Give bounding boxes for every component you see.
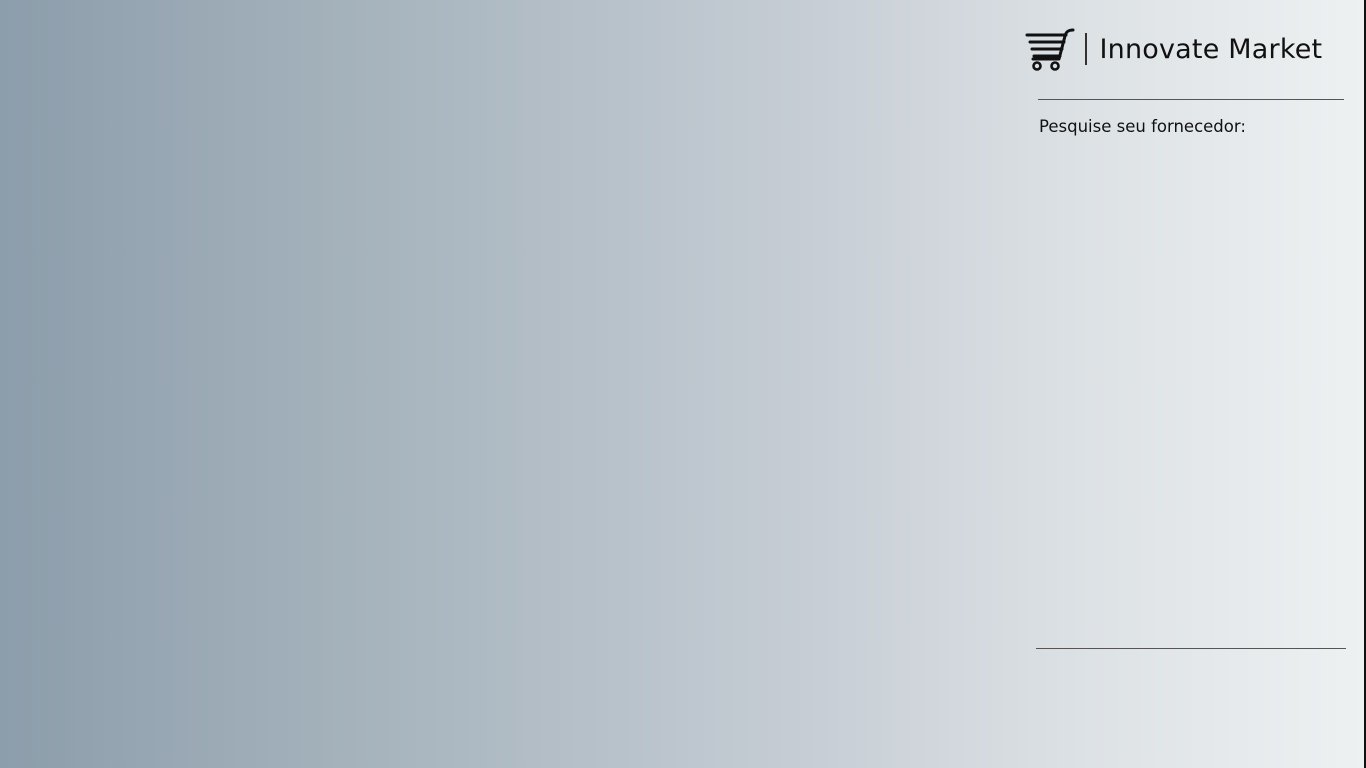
top-divider — [1038, 99, 1344, 100]
bottom-divider — [1036, 648, 1346, 649]
search-supplier-label: Pesquise seu fornecedor: — [1039, 117, 1246, 136]
shopping-cart-icon — [1025, 28, 1075, 71]
brand-header: Innovate Market — [1024, 26, 1322, 72]
sidebar-panel: Innovate Market Pesquise seu fornecedor: — [1020, 0, 1366, 768]
brand-name: Innovate Market — [1099, 33, 1323, 65]
brand-separator — [1085, 33, 1087, 65]
